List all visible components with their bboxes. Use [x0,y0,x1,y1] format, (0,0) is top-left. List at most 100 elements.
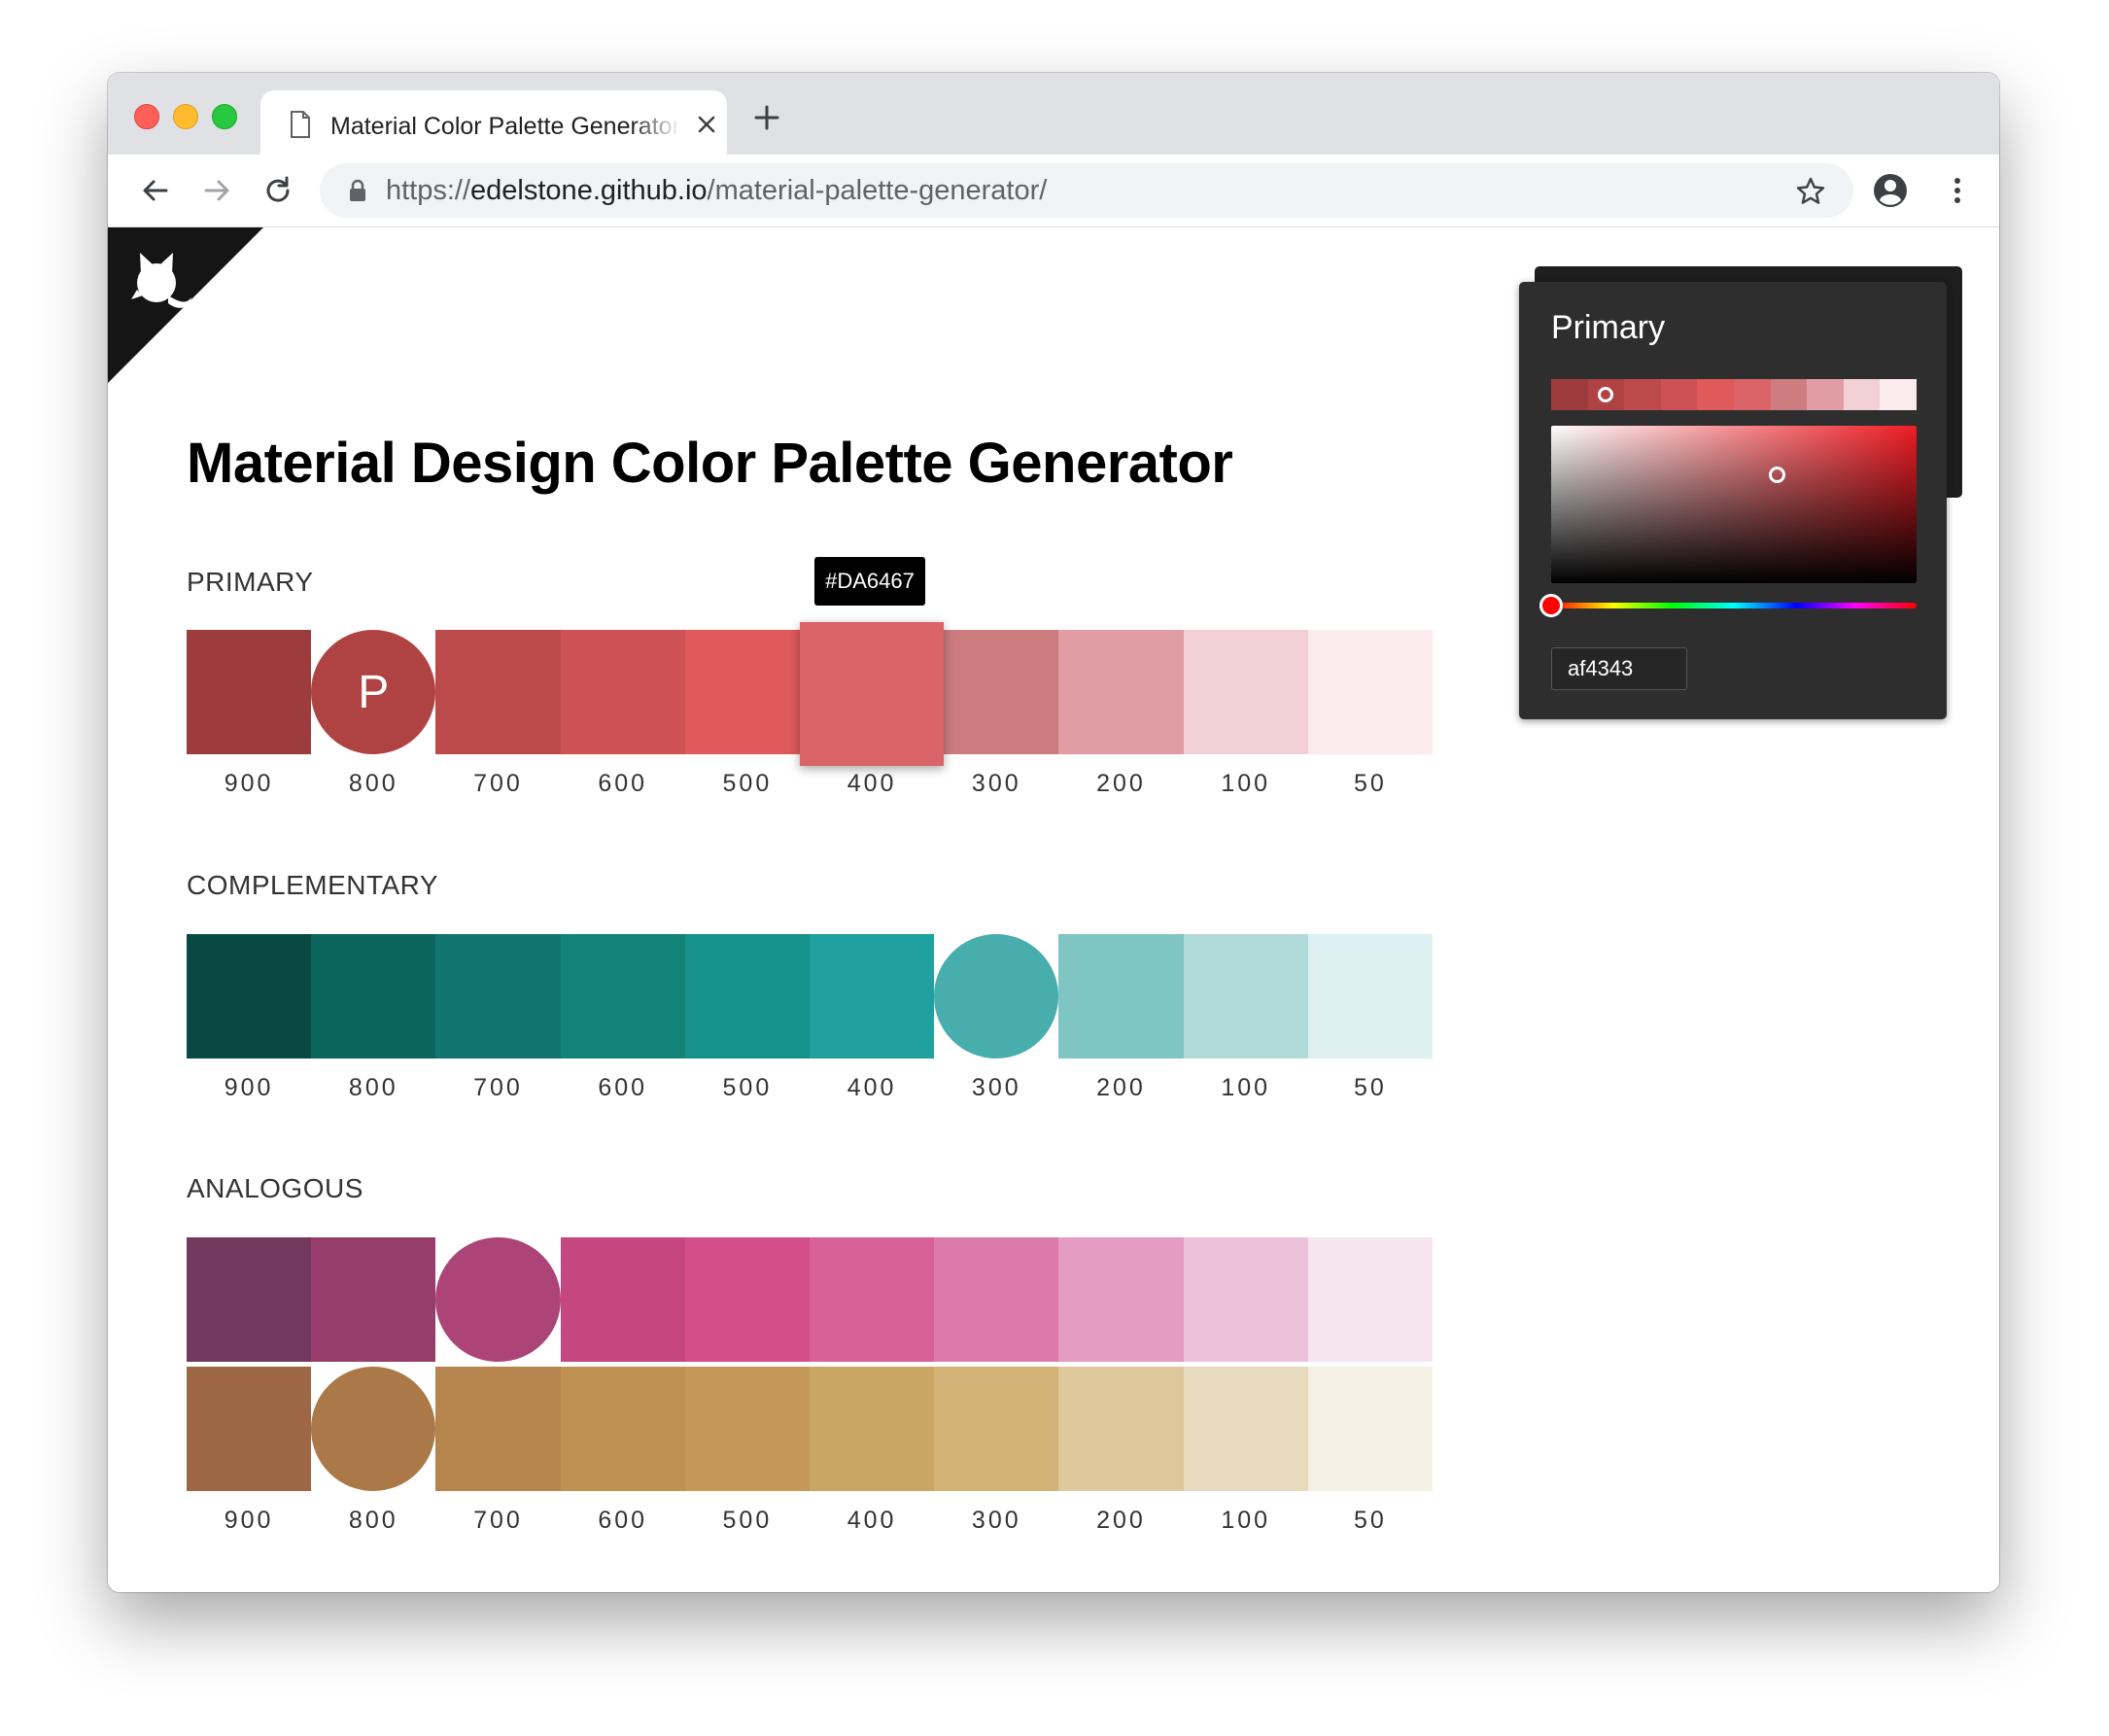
color-swatch[interactable] [435,934,561,1059]
picker-shade[interactable] [1660,379,1698,410]
address-bar[interactable]: https://edelstone.github.io/material-pal… [320,163,1853,218]
primary-shade-labels: 900 800 700 600 500 400 300 200 100 50 [187,770,1433,801]
shade-label: 700 [473,770,523,797]
color-swatch[interactable] [810,934,935,1059]
color-swatch[interactable] [934,630,1059,754]
shade-selector-handle[interactable] [1598,387,1613,402]
color-swatch[interactable] [311,1237,436,1362]
shade-label: 300 [971,770,1021,797]
color-swatch[interactable] [1307,1367,1433,1491]
picker-shade-strip [1551,379,1917,410]
color-swatch[interactable] [560,630,685,754]
shade-label: 400 [847,1507,897,1534]
color-swatch[interactable] [1183,934,1308,1059]
browser-tab[interactable]: Material Color Palette Generator [260,90,727,155]
color-swatch[interactable] [810,1367,935,1491]
color-picker-panel: Primary [1519,282,1947,719]
github-corner[interactable] [108,227,263,383]
back-arrow-icon[interactable] [139,174,172,207]
shade-label: 300 [971,1074,1021,1101]
tab-title: Material Color Palette Generator [330,113,680,140]
color-swatch[interactable] [810,1237,935,1362]
saturation-value-area[interactable] [1551,426,1917,583]
color-swatch[interactable] [311,934,436,1059]
hex-input[interactable] [1551,647,1687,690]
color-swatch[interactable] [435,630,561,754]
shade-label: 300 [971,1507,1021,1534]
reload-icon[interactable] [261,174,294,207]
color-swatch[interactable] [187,1237,312,1362]
color-swatch[interactable] [1307,630,1433,754]
plus-icon[interactable] [751,102,782,133]
star-icon[interactable] [1795,176,1826,207]
color-swatch[interactable] [1183,1367,1308,1491]
complementary-palette-row [187,934,1433,1059]
shade-label: 100 [1221,1507,1271,1534]
url-host: edelstone.github.io [470,175,708,206]
picker-shade[interactable] [1733,379,1771,410]
forward-arrow-icon[interactable] [200,174,233,207]
account-icon[interactable] [1872,172,1909,209]
minimize-window-button[interactable] [173,104,198,129]
color-swatch[interactable] [1307,934,1433,1059]
color-swatch[interactable] [1183,1237,1308,1362]
color-swatch[interactable] [187,630,312,754]
color-swatch[interactable] [435,1367,561,1491]
color-swatch[interactable] [560,1237,685,1362]
color-swatch[interactable] [934,934,1059,1059]
primary-swatch-letter: P [358,666,390,718]
color-swatch[interactable] [934,1237,1059,1362]
picker-shade[interactable] [1697,379,1734,410]
color-swatch[interactable] [311,1367,436,1491]
maximize-window-button[interactable] [212,104,237,129]
color-swatch[interactable] [1058,1237,1184,1362]
color-swatch[interactable] [187,1367,312,1491]
hue-slider[interactable] [1539,594,1917,617]
color-swatch[interactable] [187,934,312,1059]
shade-label: 600 [598,1507,648,1534]
color-swatch[interactable] [684,630,810,754]
picker-shade[interactable] [1807,379,1844,410]
close-icon[interactable] [694,112,719,137]
color-swatch[interactable]: P [311,630,436,754]
color-swatch[interactable] [800,622,944,766]
shade-label: 200 [1096,1074,1146,1101]
color-swatch[interactable] [560,934,685,1059]
url-text: https://edelstone.github.io/material-pal… [386,163,1047,218]
color-swatch[interactable] [435,1237,561,1362]
picker-shade[interactable] [1880,379,1917,410]
shade-label: 700 [473,1074,523,1101]
color-swatch[interactable] [560,1367,685,1491]
shade-label: 100 [1221,770,1271,797]
url-scheme: https:// [386,175,471,206]
color-swatch[interactable] [1058,1367,1184,1491]
picker-shade[interactable] [1770,379,1808,410]
picker-shade[interactable] [1551,379,1588,410]
shade-label: 500 [722,1507,773,1534]
close-window-button[interactable] [134,104,159,129]
picker-shade[interactable] [1843,379,1881,410]
color-swatch[interactable] [684,1367,810,1491]
hue-slider-handle[interactable] [1539,594,1563,617]
color-swatch[interactable] [1058,934,1184,1059]
color-swatch[interactable] [684,934,810,1059]
shade-label: 400 [847,1074,897,1101]
shade-label: 100 [1221,1074,1271,1101]
color-swatch[interactable] [1183,630,1308,754]
shade-label: 500 [722,770,773,797]
shade-label: 200 [1096,1507,1146,1534]
shade-label: 800 [348,1074,398,1101]
saturation-handle[interactable] [1769,467,1785,483]
color-swatch[interactable] [1307,1237,1433,1362]
color-swatch[interactable] [684,1237,810,1362]
more-vert-icon[interactable] [1948,174,1967,207]
primary-palette-row: P [187,622,1433,766]
color-swatch[interactable] [934,1367,1059,1491]
picker-shade[interactable] [1624,379,1661,410]
shade-label: 700 [473,1507,523,1534]
shade-label: 50 [1353,1507,1387,1534]
page-content: Material Design Color Palette Generator … [108,227,1999,1592]
complementary-section-label: COMPLEMENTARY [187,870,439,900]
analogous-palette-row-b [187,1367,1433,1491]
color-swatch[interactable] [1058,630,1184,754]
